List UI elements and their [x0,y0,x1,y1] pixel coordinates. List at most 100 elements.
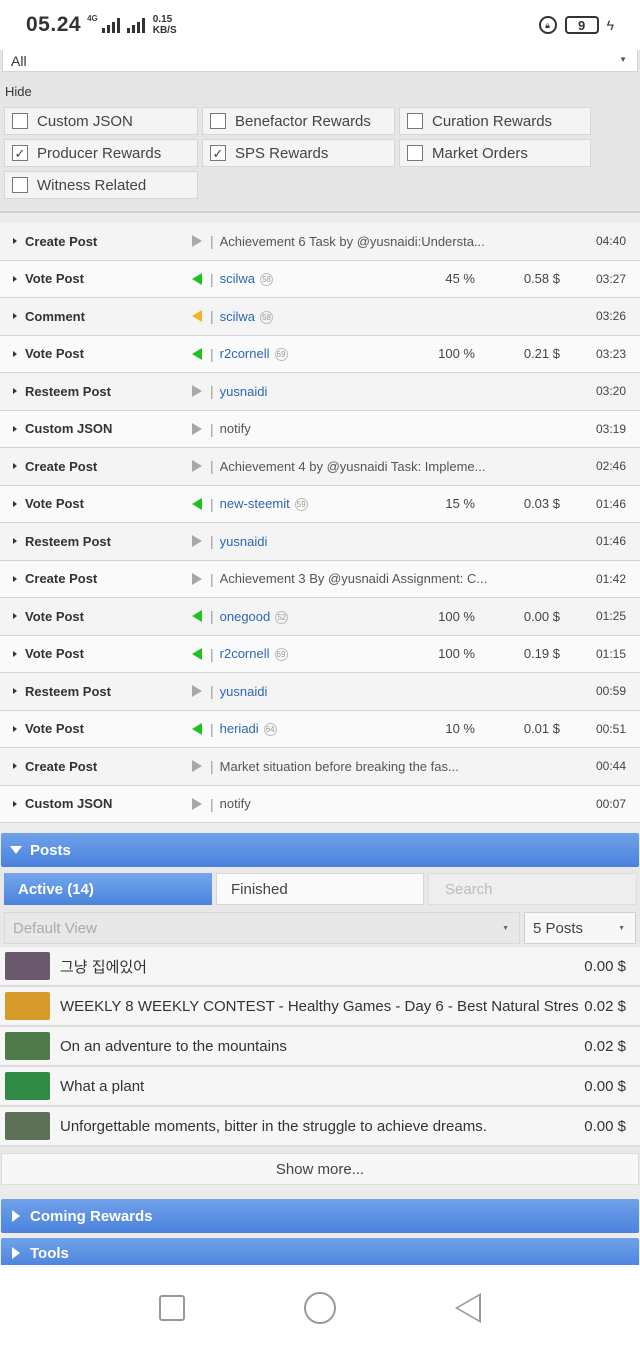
operation-detail[interactable]: yusnaidi [220,684,500,699]
post-row[interactable]: 그냥 집에있어 0.00 $ [0,947,640,987]
checkbox-icon[interactable] [12,113,28,129]
operation-row[interactable]: Vote Post | onegood 52 100 % 0.00 $ 01:25 [0,598,640,636]
expand-caret-icon[interactable] [13,725,17,732]
post-title[interactable]: 그냥 집에있어 [60,956,578,977]
operation-row[interactable]: Create Post | Achievement 3 By @yusnaidi A… [0,560,640,598]
operation-row[interactable]: Create Post | Achievement 4 by @yusnaidi T… [0,448,640,486]
home-icon[interactable] [303,1292,336,1324]
coming-rewards-header[interactable]: Coming Rewards [1,1199,639,1233]
post-thumbnail[interactable] [5,1112,50,1140]
view-select-placeholder: Default View [13,919,97,937]
search-input[interactable]: Search [428,873,637,905]
operation-row[interactable]: Vote Post | r2cornell 69 100 % 0.19 $ 01:15 [0,635,640,673]
post-thumbnail[interactable] [5,1072,50,1100]
post-row[interactable]: WEEKLY 8 WEEKLY CONTEST - Healthy Games … [0,987,640,1027]
operation-detail[interactable]: yusnaidi [220,534,500,549]
network-indicator: 4G 0.15 KB/S [87,14,177,37]
hide-checkbox[interactable]: Benefactor Rewards [202,107,395,135]
expand-caret-icon[interactable] [13,538,17,545]
vote-value: 0.58 $ [523,271,560,287]
post-thumbnail[interactable] [5,992,50,1020]
operation-direction-icon [192,460,202,473]
operation-detail[interactable]: scilwa 58 [220,309,500,324]
operation-row[interactable]: Create Post | Market situation before brea… [0,748,640,786]
expand-caret-icon[interactable] [13,238,17,245]
post-title[interactable]: What a plant [60,1078,578,1095]
post-row[interactable]: Unforgettable moments, bitter in the str… [0,1107,640,1147]
expand-caret-icon[interactable] [13,463,17,470]
operation-detail[interactable]: yusnaidi [220,384,500,399]
hide-checkbox[interactable]: Market Orders [399,139,591,167]
operation-type: Resteem Post [25,533,111,549]
operation-type: Vote Post [25,608,84,624]
tab-finished[interactable]: Finished [216,873,424,905]
expand-caret-icon[interactable] [13,613,17,620]
operation-row[interactable]: Vote Post | scilwa 58 45 % 0.58 $ 03:27 [0,260,640,298]
expand-caret-icon[interactable] [13,763,17,770]
post-title[interactable]: WEEKLY 8 WEEKLY CONTEST - Healthy Games … [60,998,578,1015]
filter-select[interactable]: All ▼ [2,50,638,72]
separator: | [210,383,214,400]
expand-caret-icon[interactable] [13,350,17,357]
show-more-button[interactable]: Show more... [1,1153,639,1185]
operation-time: 03:26 [595,309,626,324]
operation-row[interactable]: Vote Post | heriadi 64 10 % 0.01 $ 00:51 [0,710,640,748]
expand-caret-icon[interactable] [13,575,17,582]
expand-caret-icon[interactable] [13,425,17,432]
checkbox-checked-icon[interactable]: ✓ [12,145,28,161]
tools-header[interactable]: Tools [1,1238,639,1268]
hide-checkbox[interactable]: Custom JSON [4,107,198,135]
checkbox-icon[interactable] [407,145,423,161]
post-count-select[interactable]: 5 Posts ▼ [524,912,636,944]
operation-row[interactable]: Resteem Post | yusnaidi 00:59 [0,673,640,711]
operation-row[interactable]: Resteem Post | yusnaidi 03:20 [0,373,640,411]
post-title[interactable]: Unforgettable moments, bitter in the str… [60,1118,578,1135]
hide-checkbox-label: SPS Rewards [235,144,329,162]
expand-caret-icon[interactable] [13,650,17,657]
post-thumbnail[interactable] [5,1032,50,1060]
vote-weight: 45 % [445,271,475,287]
separator: | [210,345,214,362]
post-row[interactable]: On an adventure to the mountains 0.02 $ [0,1027,640,1067]
operation-time: 01:46 [595,496,626,511]
operation-direction-icon [192,685,202,698]
checkbox-icon[interactable] [210,113,226,129]
operation-row[interactable]: Custom JSON | notify 00:07 [0,785,640,823]
expand-caret-icon[interactable] [13,500,17,507]
expand-caret-icon[interactable] [13,313,17,320]
operation-detail-text: scilwa [219,308,256,324]
view-select[interactable]: Default View ▼ [4,912,520,944]
hide-checkbox-label: Producer Rewards [37,144,162,162]
operation-row[interactable]: Custom JSON | notify 03:19 [0,410,640,448]
operation-time: 01:15 [595,646,626,661]
tab-active[interactable]: Active (14) [4,873,212,905]
hide-checkbox[interactable]: Witness Related [4,171,198,199]
posts-header[interactable]: Posts [1,833,639,867]
post-thumbnail[interactable] [5,952,50,980]
rotation-lock-icon: 🔒︎ [538,16,557,34]
expand-caret-icon[interactable] [13,388,17,395]
operation-row[interactable]: Comment | scilwa 58 03:26 [0,298,640,336]
operation-row[interactable]: Resteem Post | yusnaidi 01:46 [0,523,640,561]
recents-icon[interactable] [159,1295,186,1321]
post-row[interactable]: What a plant 0.00 $ [0,1067,640,1107]
operation-row[interactable]: Vote Post | r2cornell 69 100 % 0.21 $ 03:23 [0,335,640,373]
checkbox-icon[interactable] [12,177,28,193]
checkbox-checked-icon[interactable]: ✓ [210,145,226,161]
operation-row[interactable]: Create Post | Achievement 6 Task by @yusna… [0,223,640,261]
hide-checkbox[interactable]: Curation Rewards [399,107,591,135]
expand-caret-icon[interactable] [13,688,17,695]
checkbox-icon[interactable] [407,113,423,129]
expand-caret-icon[interactable] [13,800,17,807]
operation-time: 01:42 [595,571,626,586]
operation-row[interactable]: Vote Post | new-steemit 59 15 % 0.03 $ 01:46 [0,485,640,523]
hide-checkbox[interactable]: ✓ Producer Rewards [4,139,198,167]
operation-detail: Market situation before breaking the fas… [220,759,500,774]
hide-checkbox[interactable]: ✓ SPS Rewards [202,139,395,167]
separator: | [210,645,214,662]
back-icon[interactable] [454,1293,481,1323]
operation-detail-text: Achievement 4 by @yusnaidi Task: Impleme… [219,458,486,474]
operation-time: 03:23 [595,346,626,361]
post-title[interactable]: On an adventure to the mountains [60,1038,578,1055]
expand-caret-icon[interactable] [13,275,17,282]
